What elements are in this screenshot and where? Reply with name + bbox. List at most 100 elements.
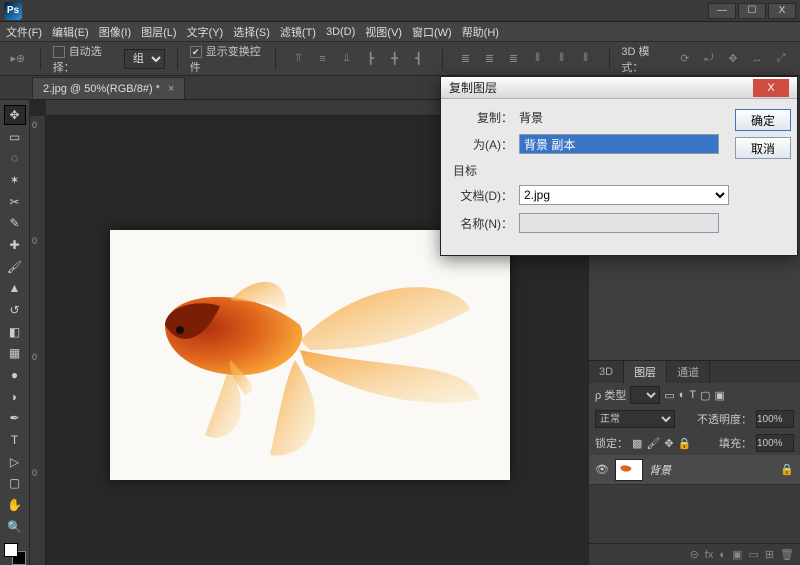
kind-filter[interactable] — [630, 386, 660, 404]
filter-shape-icon[interactable]: ▢ — [700, 389, 710, 402]
link-layers-icon[interactable]: ⊝ — [690, 548, 699, 561]
filter-type-icon[interactable]: T — [689, 389, 696, 401]
align-vcenter-icon[interactable]: ≡ — [312, 48, 334, 70]
eyedropper-tool-icon[interactable]: ✎ — [4, 213, 26, 233]
menu-window[interactable]: 窗口(W) — [412, 24, 452, 40]
document-tab-close-icon[interactable]: × — [168, 83, 174, 95]
menu-edit[interactable]: 编辑(E) — [52, 24, 89, 40]
wand-tool-icon[interactable]: ✶ — [4, 170, 26, 190]
lock-position-icon[interactable]: ✥ — [664, 437, 673, 450]
ruler-vertical[interactable]: 0 0 0 0 — [30, 116, 46, 565]
fill-input[interactable] — [756, 434, 794, 452]
dist-top-icon[interactable]: ≣ — [455, 48, 477, 70]
3d-mode-label: 3D 模式： — [621, 43, 666, 75]
move-tool-icon[interactable]: ✥ — [4, 105, 26, 125]
type-tool-icon[interactable]: T — [4, 430, 26, 450]
menu-select[interactable]: 选择(S) — [233, 24, 270, 40]
align-left-icon[interactable]: ┣ — [360, 48, 382, 70]
marquee-tool-icon[interactable]: ▭ — [4, 127, 26, 147]
foreground-color-swatch[interactable] — [4, 543, 18, 557]
ok-button[interactable]: 确定 — [735, 109, 791, 131]
as-input[interactable] — [519, 134, 719, 154]
shape-tool-icon[interactable]: ▢ — [4, 473, 26, 493]
menu-filter[interactable]: 滤镜(T) — [280, 24, 316, 40]
menu-3d[interactable]: 3D(D) — [326, 26, 355, 38]
document-tab-label: 2.jpg @ 50%(RGB/8#) * — [43, 83, 160, 95]
move-tool-preset-icon[interactable]: ▸⊕ — [8, 48, 28, 70]
document-tab[interactable]: 2.jpg @ 50%(RGB/8#) * × — [32, 77, 185, 99]
align-bottom-icon[interactable]: ⫫ — [336, 48, 358, 70]
color-swatch[interactable] — [4, 543, 26, 565]
adjustment-layer-icon[interactable]: ▣ — [732, 548, 742, 561]
window-maximize[interactable]: ☐ — [738, 3, 766, 19]
document-select[interactable]: 2.jpg — [519, 185, 729, 205]
document-canvas[interactable] — [110, 230, 510, 480]
layer-list[interactable]: 👁 背景 🔒 — [589, 455, 800, 543]
dist-vcenter-icon[interactable]: ≣ — [479, 48, 501, 70]
filter-img-icon[interactable]: ▭ — [664, 389, 674, 402]
hand-tool-icon[interactable]: ✋ — [4, 495, 26, 515]
filter-smart-icon[interactable]: ▣ — [715, 389, 725, 402]
3d-slide-icon[interactable]: ↔ — [746, 48, 768, 70]
menu-layer[interactable]: 图层(L) — [141, 24, 176, 40]
crop-tool-icon[interactable]: ✂ — [4, 192, 26, 212]
3d-pan-icon[interactable]: ✥ — [722, 48, 744, 70]
stamp-tool-icon[interactable]: ▲ — [4, 278, 26, 298]
dialog-titlebar[interactable]: 复制图层 X — [441, 77, 797, 99]
window-close[interactable]: X — [768, 3, 796, 19]
brush-tool-icon[interactable]: 🖌 — [4, 257, 26, 277]
path-select-tool-icon[interactable]: ▷ — [4, 452, 26, 472]
3d-orbit-icon[interactable]: ⟳ — [674, 48, 696, 70]
filter-adj-icon[interactable]: ◐ — [679, 389, 686, 401]
dist-hcenter-icon[interactable]: ⫴ — [551, 48, 573, 70]
layer-mask-icon[interactable]: ◐ — [719, 549, 726, 561]
menu-file[interactable]: 文件(F) — [6, 24, 42, 40]
pen-tool-icon[interactable]: ✒ — [4, 408, 26, 428]
menu-help[interactable]: 帮助(H) — [462, 24, 499, 40]
blur-tool-icon[interactable]: ● — [4, 365, 26, 385]
zoom-tool-icon[interactable]: 🔍 — [4, 517, 26, 537]
lasso-tool-icon[interactable]: ◌ — [4, 148, 26, 168]
eraser-tool-icon[interactable]: ◧ — [4, 322, 26, 342]
auto-select-checkbox[interactable] — [53, 46, 65, 58]
cancel-button[interactable]: 取消 — [735, 137, 791, 159]
layer-lock-icon: 🔒 — [780, 463, 794, 476]
auto-select-mode[interactable]: 组 — [124, 49, 165, 69]
menu-view[interactable]: 视图(V) — [365, 24, 402, 40]
dist-left-icon[interactable]: ⫴ — [527, 48, 549, 70]
3d-roll-icon[interactable]: ⤾ — [698, 48, 720, 70]
fill-label: 填充： — [719, 435, 752, 451]
group-icon[interactable]: ▭ — [748, 548, 758, 561]
gradient-tool-icon[interactable]: ▦ — [4, 343, 26, 363]
window-minimize[interactable]: — — [708, 3, 736, 19]
layer-thumbnail[interactable] — [615, 459, 643, 481]
3d-scale-icon[interactable]: ⤢ — [770, 48, 792, 70]
healing-tool-icon[interactable]: ✚ — [4, 235, 26, 255]
dialog-close-button[interactable]: X — [753, 79, 789, 97]
align-top-icon[interactable]: ⫪ — [288, 48, 310, 70]
layer-fx-icon[interactable]: fx — [705, 549, 714, 561]
dist-right-icon[interactable]: ⫴ — [575, 48, 597, 70]
panel-tab-3d[interactable]: 3D — [589, 361, 624, 383]
lock-pixels-icon[interactable]: 🖌 — [646, 437, 660, 450]
delete-layer-icon[interactable]: 🗑 — [780, 548, 794, 561]
dodge-tool-icon[interactable]: ◗ — [4, 387, 26, 407]
lock-all-icon[interactable]: 🔒 — [678, 437, 692, 450]
layer-row[interactable]: 👁 背景 🔒 — [589, 455, 800, 485]
lock-transparency-icon[interactable]: ▩ — [632, 437, 642, 450]
layer-name-label[interactable]: 背景 — [649, 462, 774, 478]
align-right-icon[interactable]: ┫ — [408, 48, 430, 70]
menu-type[interactable]: 文字(Y) — [187, 24, 224, 40]
dist-bottom-icon[interactable]: ≣ — [503, 48, 525, 70]
panel-tab-layers[interactable]: 图层 — [624, 361, 667, 383]
menu-image[interactable]: 图像(I) — [99, 24, 131, 40]
visibility-toggle-icon[interactable]: 👁 — [595, 463, 609, 477]
new-layer-icon[interactable]: ⊞ — [765, 548, 774, 561]
blend-mode-select[interactable]: 正常 — [595, 410, 675, 428]
show-transform-checkbox[interactable] — [190, 46, 202, 58]
history-brush-tool-icon[interactable]: ↺ — [4, 300, 26, 320]
align-hcenter-icon[interactable]: ╋ — [384, 48, 406, 70]
duplicate-layer-dialog: 复制图层 X 复制： 背景 为(A)： 目标 文档(D)： 2.jpg 名称(N… — [440, 76, 798, 256]
panel-tab-channels[interactable]: 通道 — [667, 361, 710, 383]
opacity-input[interactable] — [756, 410, 794, 428]
